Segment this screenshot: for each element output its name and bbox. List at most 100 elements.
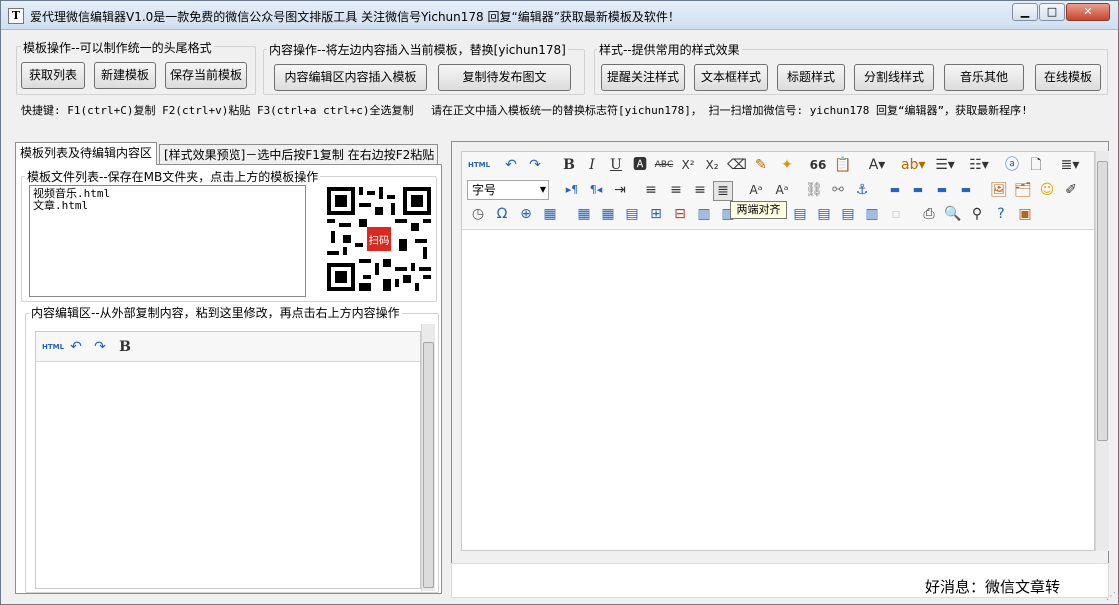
text-upper-icon[interactable]: Aᵃ (746, 181, 766, 199)
print-icon[interactable]: ⎙ (919, 205, 939, 223)
table-caption-icon[interactable]: ▤ (622, 205, 642, 223)
minimize-button[interactable]: ▁ (1012, 3, 1038, 21)
image-right-icon[interactable]: ▬ (932, 181, 952, 199)
template-list-label: 模板文件列表--保存在MB文件夹，点击上方的模板操作 (25, 168, 321, 185)
app-window: T 爱代理微信编辑器V1.0是一款免费的微信公众号图文排版工具 关注微信号Yic… (0, 0, 1119, 605)
maximize-button[interactable]: □ (1039, 3, 1065, 21)
format-brush-icon[interactable]: ✎ (751, 156, 771, 174)
align-center-icon[interactable]: ≡ (666, 181, 686, 199)
copy-publish-button[interactable]: 复制待发布图文 (438, 64, 571, 91)
insert-col-icon[interactable]: ▥ (694, 205, 714, 223)
template-list[interactable]: 视频音乐.html 文章.html (29, 185, 306, 297)
divider-style-button[interactable]: 分割线样式 (854, 64, 934, 91)
get-list-button[interactable]: 获取列表 (21, 62, 85, 89)
emoticon-icon[interactable]: ☺ (1037, 181, 1057, 199)
tooltip: 两端对齐 (730, 201, 787, 219)
subscript-icon[interactable]: X₂ (702, 156, 722, 174)
page-icon[interactable]: 🗋 (1026, 156, 1046, 174)
align-justify-icon[interactable]: ≣ (713, 181, 733, 201)
tab-template-list[interactable]: 模板列表及待编辑内容区 (15, 142, 157, 165)
html-icon[interactable]: HTML (42, 338, 64, 356)
line-height-icon[interactable]: ≣▾ (1060, 156, 1080, 174)
close-button[interactable]: ✕ (1066, 3, 1110, 21)
quote-icon[interactable]: 66 (808, 156, 828, 174)
merge-cells-icon[interactable]: ▤ (790, 205, 810, 223)
delete-table-icon[interactable]: ▦ (598, 205, 618, 223)
scroll-thumb[interactable] (1097, 161, 1108, 441)
content-editor[interactable] (35, 331, 421, 589)
align-left-icon[interactable]: ≡ (641, 181, 661, 199)
clock-icon[interactable]: ◷ (468, 205, 488, 223)
ltr-icon[interactable]: ▸¶ (562, 181, 582, 199)
merge-down-icon[interactable]: ▤ (838, 205, 858, 223)
tab-style-preview[interactable]: [样式效果预览]－选中后按F1复制 在右边按F2粘贴 (159, 144, 438, 165)
list-item[interactable]: 文章.html (33, 200, 302, 212)
magic-icon[interactable]: ✦ (777, 156, 797, 174)
font-size-select[interactable]: 字号 ▼ (467, 180, 549, 200)
content-editor-scrollbar[interactable] (421, 324, 435, 591)
preview-icon[interactable]: 🔍 (943, 205, 963, 223)
html-icon[interactable]: HTML (468, 156, 490, 174)
title-style-button[interactable]: 标题样式 (777, 64, 845, 91)
news-ticker: 好消息：微信文章转 (925, 578, 1061, 596)
insert-row-icon[interactable]: ⊞ (646, 205, 666, 223)
drafts-icon[interactable]: ▣ (1015, 205, 1035, 223)
table-icon[interactable]: ▦ (574, 205, 594, 223)
highlight-icon[interactable]: ab▾ (901, 156, 926, 174)
rtl-icon[interactable]: ¶◂ (586, 181, 606, 199)
italic-icon[interactable]: I (582, 156, 602, 174)
text-lower-icon[interactable]: Aᵃ (772, 181, 792, 199)
indent-icon[interactable]: ⇥ (610, 181, 630, 199)
multi-image-icon[interactable]: 🗂 (1013, 181, 1033, 199)
insert-into-template-button[interactable]: 内容编辑区内容插入模板 (274, 64, 427, 91)
superscript-icon[interactable]: X² (678, 156, 698, 174)
bold-icon[interactable]: B (559, 156, 579, 174)
undo-icon[interactable]: ↶ (66, 338, 86, 356)
unordered-list-icon[interactable]: ☷▾ (969, 156, 989, 174)
find-icon[interactable]: ⓐ (1002, 156, 1022, 174)
merge-right-icon[interactable]: ▤ (814, 205, 834, 223)
anchor-icon[interactable]: ⚓ (852, 181, 872, 199)
bold-icon[interactable]: B (115, 338, 135, 356)
new-template-button[interactable]: 新建模板 (94, 62, 156, 89)
image-icon[interactable]: 🖼 (989, 181, 1009, 199)
image-center-icon[interactable]: ▬ (956, 181, 976, 199)
split-cells-icon[interactable]: ▥ (862, 205, 882, 223)
template-icon[interactable]: ▦ (540, 205, 560, 223)
main-editor-scrollbar[interactable] (1095, 151, 1109, 551)
insert-frame-icon[interactable]: ⊕ (516, 205, 536, 223)
notice-hint: 请在正文中插入模板统一的替换标志符[yichun178]， 扫一扫增加微信号: … (431, 104, 1028, 117)
link-icon[interactable]: ⛓ (804, 181, 824, 199)
strikethrough-icon[interactable]: ABC (654, 156, 674, 174)
textbox-style-button[interactable]: 文本框样式 (694, 64, 768, 91)
undo-icon[interactable]: ↶ (501, 156, 521, 174)
save-template-button[interactable]: 保存当前模板 (165, 62, 247, 89)
image-left-icon[interactable]: ▬ (885, 181, 905, 199)
redo-icon[interactable]: ↷ (525, 156, 545, 174)
delete-row-icon[interactable]: ⊟ (670, 205, 690, 223)
font-border-icon[interactable]: 🅰 (630, 156, 650, 174)
image-none-icon[interactable]: ▬ (908, 181, 928, 199)
online-template-button[interactable]: 在线模板 (1035, 64, 1101, 91)
unlink-icon[interactable]: ⚯ (828, 181, 848, 199)
eraser-icon[interactable]: ⌫ (727, 156, 747, 174)
qr-badge: 扫码 (369, 234, 390, 247)
content-area-label: 内容编辑区--从外部复制内容，粘到这里修改，再点击右上方内容操作 (29, 304, 402, 321)
redo-icon[interactable]: ↷ (90, 338, 110, 356)
help-icon[interactable]: ? (991, 205, 1011, 223)
follow-style-button[interactable]: 提醒关注样式 (601, 64, 685, 91)
ordered-list-icon[interactable]: ☰▾ (935, 156, 955, 174)
chevron-down-icon: ▼ (539, 185, 546, 194)
underline-icon[interactable]: U (606, 156, 626, 174)
scroll-thumb[interactable] (423, 342, 434, 588)
style-ops-label: 样式--提供常用的样式效果 (597, 41, 742, 58)
search-replace-icon[interactable]: ⚲ (967, 205, 987, 223)
window-title: 爱代理微信编辑器V1.0是一款免费的微信公众号图文排版工具 关注微信号Yichu… (30, 10, 680, 24)
align-right-icon[interactable]: ≡ (690, 181, 710, 199)
scrawl-icon[interactable]: ✐ (1061, 181, 1081, 199)
omega-icon[interactable]: Ω (492, 205, 512, 223)
paste-text-icon[interactable]: 📋 (833, 156, 853, 174)
font-color-icon[interactable]: A▾ (867, 156, 887, 174)
resize-grip-icon[interactable]: ⋰ (1106, 591, 1116, 602)
music-other-button[interactable]: 音乐其他 (944, 64, 1024, 91)
